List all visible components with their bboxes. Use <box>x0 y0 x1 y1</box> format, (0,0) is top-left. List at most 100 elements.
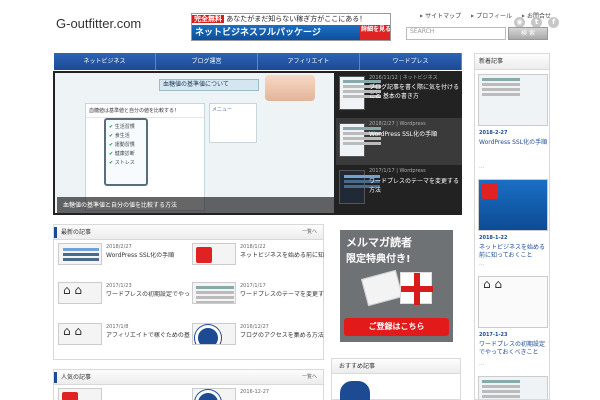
post-date: 2017/1/17 <box>240 283 266 289</box>
slide-main-image[interactable]: 血糖値の基準値について 血糖値は基準値と自分の値を比較する！ 生活習慣 食生活 … <box>55 73 334 213</box>
top-link-profile[interactable]: プロフィール <box>471 13 512 20</box>
nav-item-affiliate[interactable]: アフィリエイト <box>258 53 360 70</box>
slider-item-meta: 2017/1/17 | Wordpress <box>369 168 426 174</box>
checklist-item: 食生活 <box>109 132 146 141</box>
banner-main-text: ネットビジネスフルパッケージ <box>192 25 360 40</box>
sidebar-title[interactable]: ネットビジネスを始める前に知っておくこと <box>479 244 549 260</box>
post-thumb <box>192 388 236 400</box>
post-date: 2018/1/22 <box>240 244 266 250</box>
post-thumb <box>192 243 236 265</box>
sidebar-date: 2018-2-27 <box>479 130 508 136</box>
sidebar-thumb[interactable] <box>478 376 548 399</box>
slide-content-card: 血糖値は基準値と自分の値を比較する！ 生活習慣 食生活 運動習慣 健康診断 スト… <box>85 103 205 211</box>
newsletter-headline: メルマガ読者 <box>346 236 412 249</box>
slider-thumb <box>339 76 381 110</box>
recent-posts-more-link[interactable]: 一覧へ <box>302 225 317 240</box>
post-item[interactable]: 2017/1/17 ワードプレスのテーマを変更する方法 <box>190 282 324 304</box>
post-date: 2017/1/23 <box>106 283 132 289</box>
site-title[interactable]: G-outfitter.com <box>56 16 141 31</box>
slide-image-title: 血糖値の基準値について <box>159 79 259 91</box>
post-item[interactable]: 2016/12/27 ブログのアクセスを集める方法とは <box>190 323 324 345</box>
post-date: 2018/2/27 <box>106 244 132 250</box>
post-date: 2016-12-27 <box>240 389 270 395</box>
checklist-item: 運動習慣 <box>109 141 146 150</box>
popular-posts-more-link[interactable]: 一覧へ <box>302 370 317 385</box>
banner-tagline: あなたがまだ知らない稼ぎ方がここにある！ <box>226 15 367 23</box>
post-item[interactable] <box>56 388 190 400</box>
post-thumb <box>58 388 102 400</box>
newsletter-signup-button[interactable]: ご登録はこちら <box>344 318 449 336</box>
sidebar-title[interactable]: WordPress SSL化の手順 <box>479 139 549 147</box>
post-title: ワードプレスの初期設定でやっておくべきこと <box>106 291 190 298</box>
slide-caption[interactable]: 血糖値の基準値と自分の値を比較する方法 <box>57 197 334 213</box>
banner-tagline-row: 完全無料 あなたがまだ知らない稼ぎ方がここにある！ <box>192 14 390 25</box>
slider-list-item[interactable]: 2017/1/17 | Wordpress ワードプレスのテーマを変更する方法 <box>336 165 462 212</box>
sidebar-thumb[interactable] <box>478 74 548 126</box>
post-date: 2017/1/8 <box>106 324 129 330</box>
slide-card-heading: 血糖値は基準値と自分の値を比較する！ <box>86 104 204 118</box>
recent-posts-header: 最新の記事 一覧へ <box>54 225 323 240</box>
checklist-item: 生活習慣 <box>109 123 146 132</box>
post-thumb <box>192 282 236 304</box>
site-logo-icon[interactable] <box>340 381 370 400</box>
post-title: アフィリエイトで稼ぐための基本 <box>106 332 190 339</box>
post-item[interactable]: 2018/1/22 ネットビジネスを始める前に知っておくこと <box>190 243 324 265</box>
post-item[interactable]: 2017/1/8 アフィリエイトで稼ぐための基本 <box>56 323 190 345</box>
recent-posts-box: 最新の記事 一覧へ 2018/2/27 WordPress SSL化の手順 20… <box>53 224 324 360</box>
slide-side-label: メニュー <box>212 107 233 113</box>
sidebar-thumb[interactable] <box>478 276 548 328</box>
header-accent-bar <box>54 372 57 383</box>
right-sidebar: 新着記事 2018-2-27 WordPress SSL化の手順 … 2018-… <box>474 53 550 400</box>
slider-item-meta: 2016/11/12 | ネットビジネス <box>369 75 438 81</box>
nav-item-net-business[interactable]: ネットビジネス <box>54 53 156 70</box>
post-thumb <box>58 282 102 304</box>
featured-slider: 血糖値の基準値について 血糖値は基準値と自分の値を比較する！ 生活習慣 食生活 … <box>53 71 462 215</box>
slider-list-item[interactable]: 2018/2/27 | Wordpress WordPress SSL化の手順 <box>336 118 462 165</box>
doctor-illustration <box>265 75 315 101</box>
sidebar-dots: … <box>479 261 484 267</box>
slider-list: 2016/11/12 | ネットビジネス ブログ記事を書く際に気を付けること 基… <box>336 71 462 215</box>
sidebar-dots: … <box>479 164 484 170</box>
slider-item-title: ワードプレスのテーマを変更する方法 <box>369 178 460 194</box>
popular-posts-title: 人気の記事 <box>61 374 92 381</box>
middle-widget-title: おすすめ記事 <box>339 363 376 370</box>
social-icons: ◉ t f <box>514 9 560 28</box>
slider-item-meta: 2018/2/27 | Wordpress <box>369 121 426 127</box>
slider-item-title: ブログ記事を書く際に気を付けること 基本の書き方 <box>369 84 460 100</box>
post-item[interactable]: 2017/1/23 ワードプレスの初期設定でやっておくべきこと <box>56 282 190 304</box>
newsletter-subheadline: 限定特典付き! <box>346 254 411 265</box>
post-title: ネットビジネスを始める前に知っておくこと <box>240 252 324 259</box>
slider-list-item[interactable]: 2016/11/12 | ネットビジネス ブログ記事を書く際に気を付けること 基… <box>336 71 462 118</box>
clipboard-icon: 生活習慣 食生活 運動習慣 健康診断 ストレス <box>104 118 148 186</box>
header-accent-bar <box>54 227 57 238</box>
slider-thumb <box>339 123 381 157</box>
top-link-sitemap[interactable]: サイトマップ <box>420 13 461 20</box>
search-input[interactable]: SEARCH <box>406 27 506 40</box>
page: G-outfitter.com 完全無料 あなたがまだ知らない稼ぎ方がここにある… <box>0 0 600 400</box>
envelope-icon <box>360 269 404 307</box>
middle-widget-header: おすすめ記事 <box>332 359 460 374</box>
checklist-item: 健康診断 <box>109 150 146 159</box>
sidebar-dots: … <box>479 361 484 367</box>
sidebar-date: 2017-1-23 <box>479 332 508 338</box>
banner-detail-button[interactable]: 詳細を見る <box>360 25 390 40</box>
post-title: ワードプレスのテーマを変更する方法 <box>240 291 324 298</box>
slider-item-title: WordPress SSL化の手順 <box>369 131 438 138</box>
post-item[interactable]: 2016-12-27 <box>190 388 324 400</box>
sidebar-thumb[interactable] <box>478 179 548 231</box>
search-button[interactable]: 検 索 <box>508 27 548 40</box>
checklist-item: ストレス <box>109 159 146 168</box>
nav-item-blog[interactable]: ブログ運営 <box>156 53 258 70</box>
newsletter-banner[interactable]: メルマガ読者 限定特典付き! ご登録はこちら <box>340 230 453 342</box>
post-title: ブログのアクセスを集める方法とは <box>240 332 324 339</box>
nav-item-wordpress[interactable]: ワードプレス <box>360 53 462 70</box>
post-thumb <box>58 323 102 345</box>
post-title: WordPress SSL化の手順 <box>106 252 175 259</box>
facebook-icon[interactable]: f <box>548 17 560 28</box>
recent-posts-title: 最新の記事 <box>61 229 92 236</box>
gift-icon <box>400 272 433 305</box>
middle-widget: おすすめ記事 <box>331 358 461 400</box>
post-item[interactable]: 2018/2/27 WordPress SSL化の手順 <box>56 243 190 265</box>
sidebar-title[interactable]: ワードプレスの初期設定でやっておくべきこと <box>479 341 549 357</box>
header-ad-banner[interactable]: 完全無料 あなたがまだ知らない稼ぎ方がここにある！ ネットビジネスフルパッケージ… <box>191 13 391 41</box>
